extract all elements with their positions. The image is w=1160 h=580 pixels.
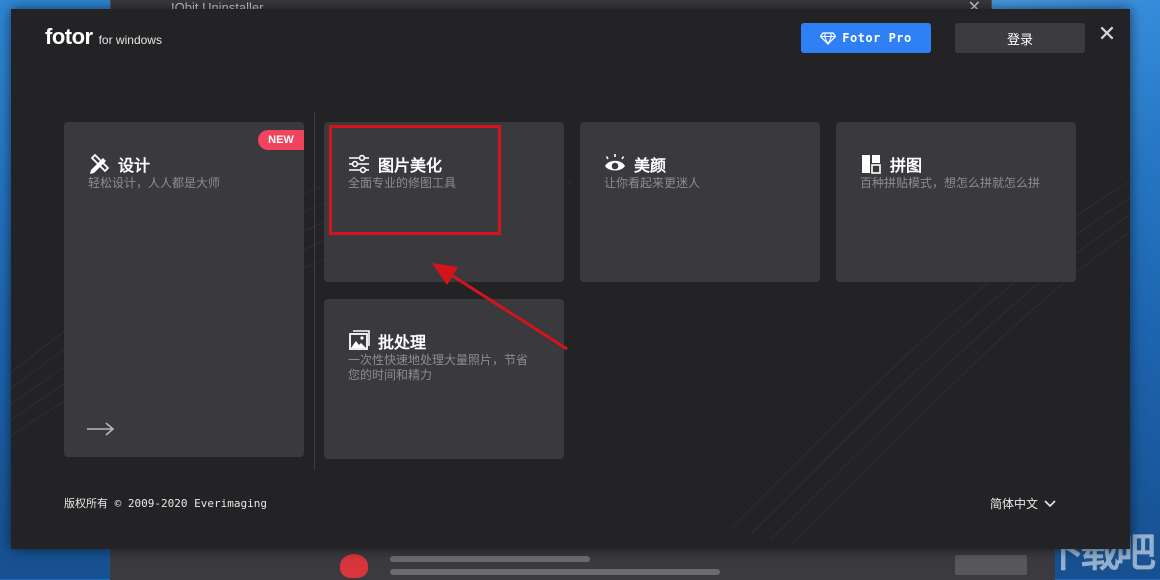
image-stack-icon [349,330,370,350]
fotor-main-window: fotor for windows Fotor Pro 登录 ✕ NEW 设计 … [11,9,1130,549]
shield-icon [340,554,368,578]
card-design-desc: 轻松设计，人人都是大师 [88,176,221,190]
notification-button[interactable] [955,555,1027,575]
card-collage-desc: 百种拼贴模式，想怎么拼就怎么拼 [860,176,1041,190]
card-batch-desc: 一次性快速地处理大量照片，节省 您的时间和精力 [348,353,528,383]
language-select-value: 简体中文 [990,497,1039,511]
card-beauty-desc: 让你看起来更迷人 [604,176,701,190]
card-design[interactable]: NEW 设计 轻松设计，人人都是大师 [64,122,304,457]
background-notification-bar [110,548,1055,580]
arrow-right-icon[interactable] [86,421,116,437]
language-select[interactable]: 简体中文 [990,495,1056,512]
logo-brand: fotor [45,24,93,49]
fotor-pro-button[interactable]: Fotor Pro [801,23,931,53]
notification-text-line [390,569,720,575]
fotor-pro-label: Fotor Pro [842,31,912,45]
logo-suffix: for windows [98,33,162,47]
card-beauty-title: 美颜 [634,156,667,175]
copyright-text: 版权所有 © 2009-2020 Everimaging [64,497,267,510]
eye-icon [605,154,625,171]
card-design-title: 设计 [118,156,151,175]
card-batch-title: 批处理 [378,333,427,352]
new-badge: NEW [258,130,304,150]
card-collage[interactable]: 拼图 百种拼贴模式，想怎么拼就怎么拼 [836,122,1076,282]
login-button[interactable]: 登录 [955,23,1085,53]
card-collage-title: 拼图 [890,156,923,175]
card-batch[interactable]: 批处理 一次性快速地处理大量照片，节省 您的时间和精力 [324,299,564,459]
pencil-ruler-icon [90,153,110,174]
collage-grid-icon [862,155,881,174]
card-batch-desc-line2: 您的时间和精力 [348,368,433,382]
chevron-down-icon [1044,499,1056,507]
fotor-logo: fotor for windows [45,24,162,50]
close-icon[interactable]: ✕ [1097,24,1117,46]
diamond-icon [820,31,837,45]
notification-text-line [390,556,590,562]
card-beauty[interactable]: 美颜 让你看起来更迷人 [580,122,820,282]
card-batch-desc-line1: 一次性快速地处理大量照片，节省 [348,353,529,367]
vertical-divider [314,113,315,470]
annotation-highlight-box [329,125,501,235]
